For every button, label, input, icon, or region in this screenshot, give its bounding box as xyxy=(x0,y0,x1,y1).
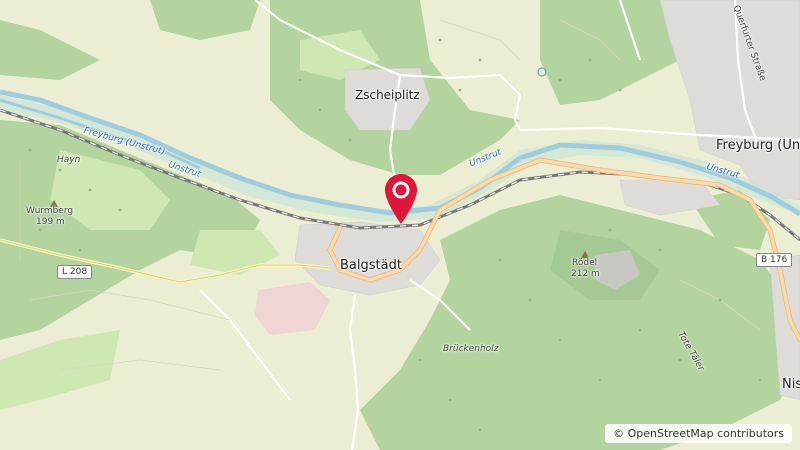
peak-elevation-wurmberg: 199 m xyxy=(36,217,65,227)
place-label-balgstaedt: Balgstädt xyxy=(340,258,402,273)
place-label-freyburg: Freyburg (Un xyxy=(716,138,800,153)
place-label-nis: Nis xyxy=(782,377,800,392)
road-shield-b176: B 176 xyxy=(756,253,793,267)
peak-label-roedel: Rödel xyxy=(572,258,598,268)
road-shield-l208: L 208 xyxy=(57,265,93,279)
place-label-zscheiplitz: Zscheiplitz xyxy=(355,88,420,102)
map-canvas[interactable]: Zscheiplitz Freyburg (Un Balgstädt Hayn … xyxy=(0,0,800,450)
area-label-brueckenholz: Brückenholz xyxy=(443,344,499,354)
map-pin-icon[interactable] xyxy=(383,172,419,226)
place-label-hayn: Hayn xyxy=(57,155,81,165)
peak-elevation-roedel: 212 m xyxy=(571,269,600,279)
copyright-symbol: © xyxy=(613,427,625,440)
map-attribution[interactable]: © OpenStreetMap contributors xyxy=(605,424,792,443)
peak-label-wurmberg: Wurmberg xyxy=(26,206,74,216)
attribution-text[interactable]: OpenStreetMap contributors xyxy=(628,427,784,440)
